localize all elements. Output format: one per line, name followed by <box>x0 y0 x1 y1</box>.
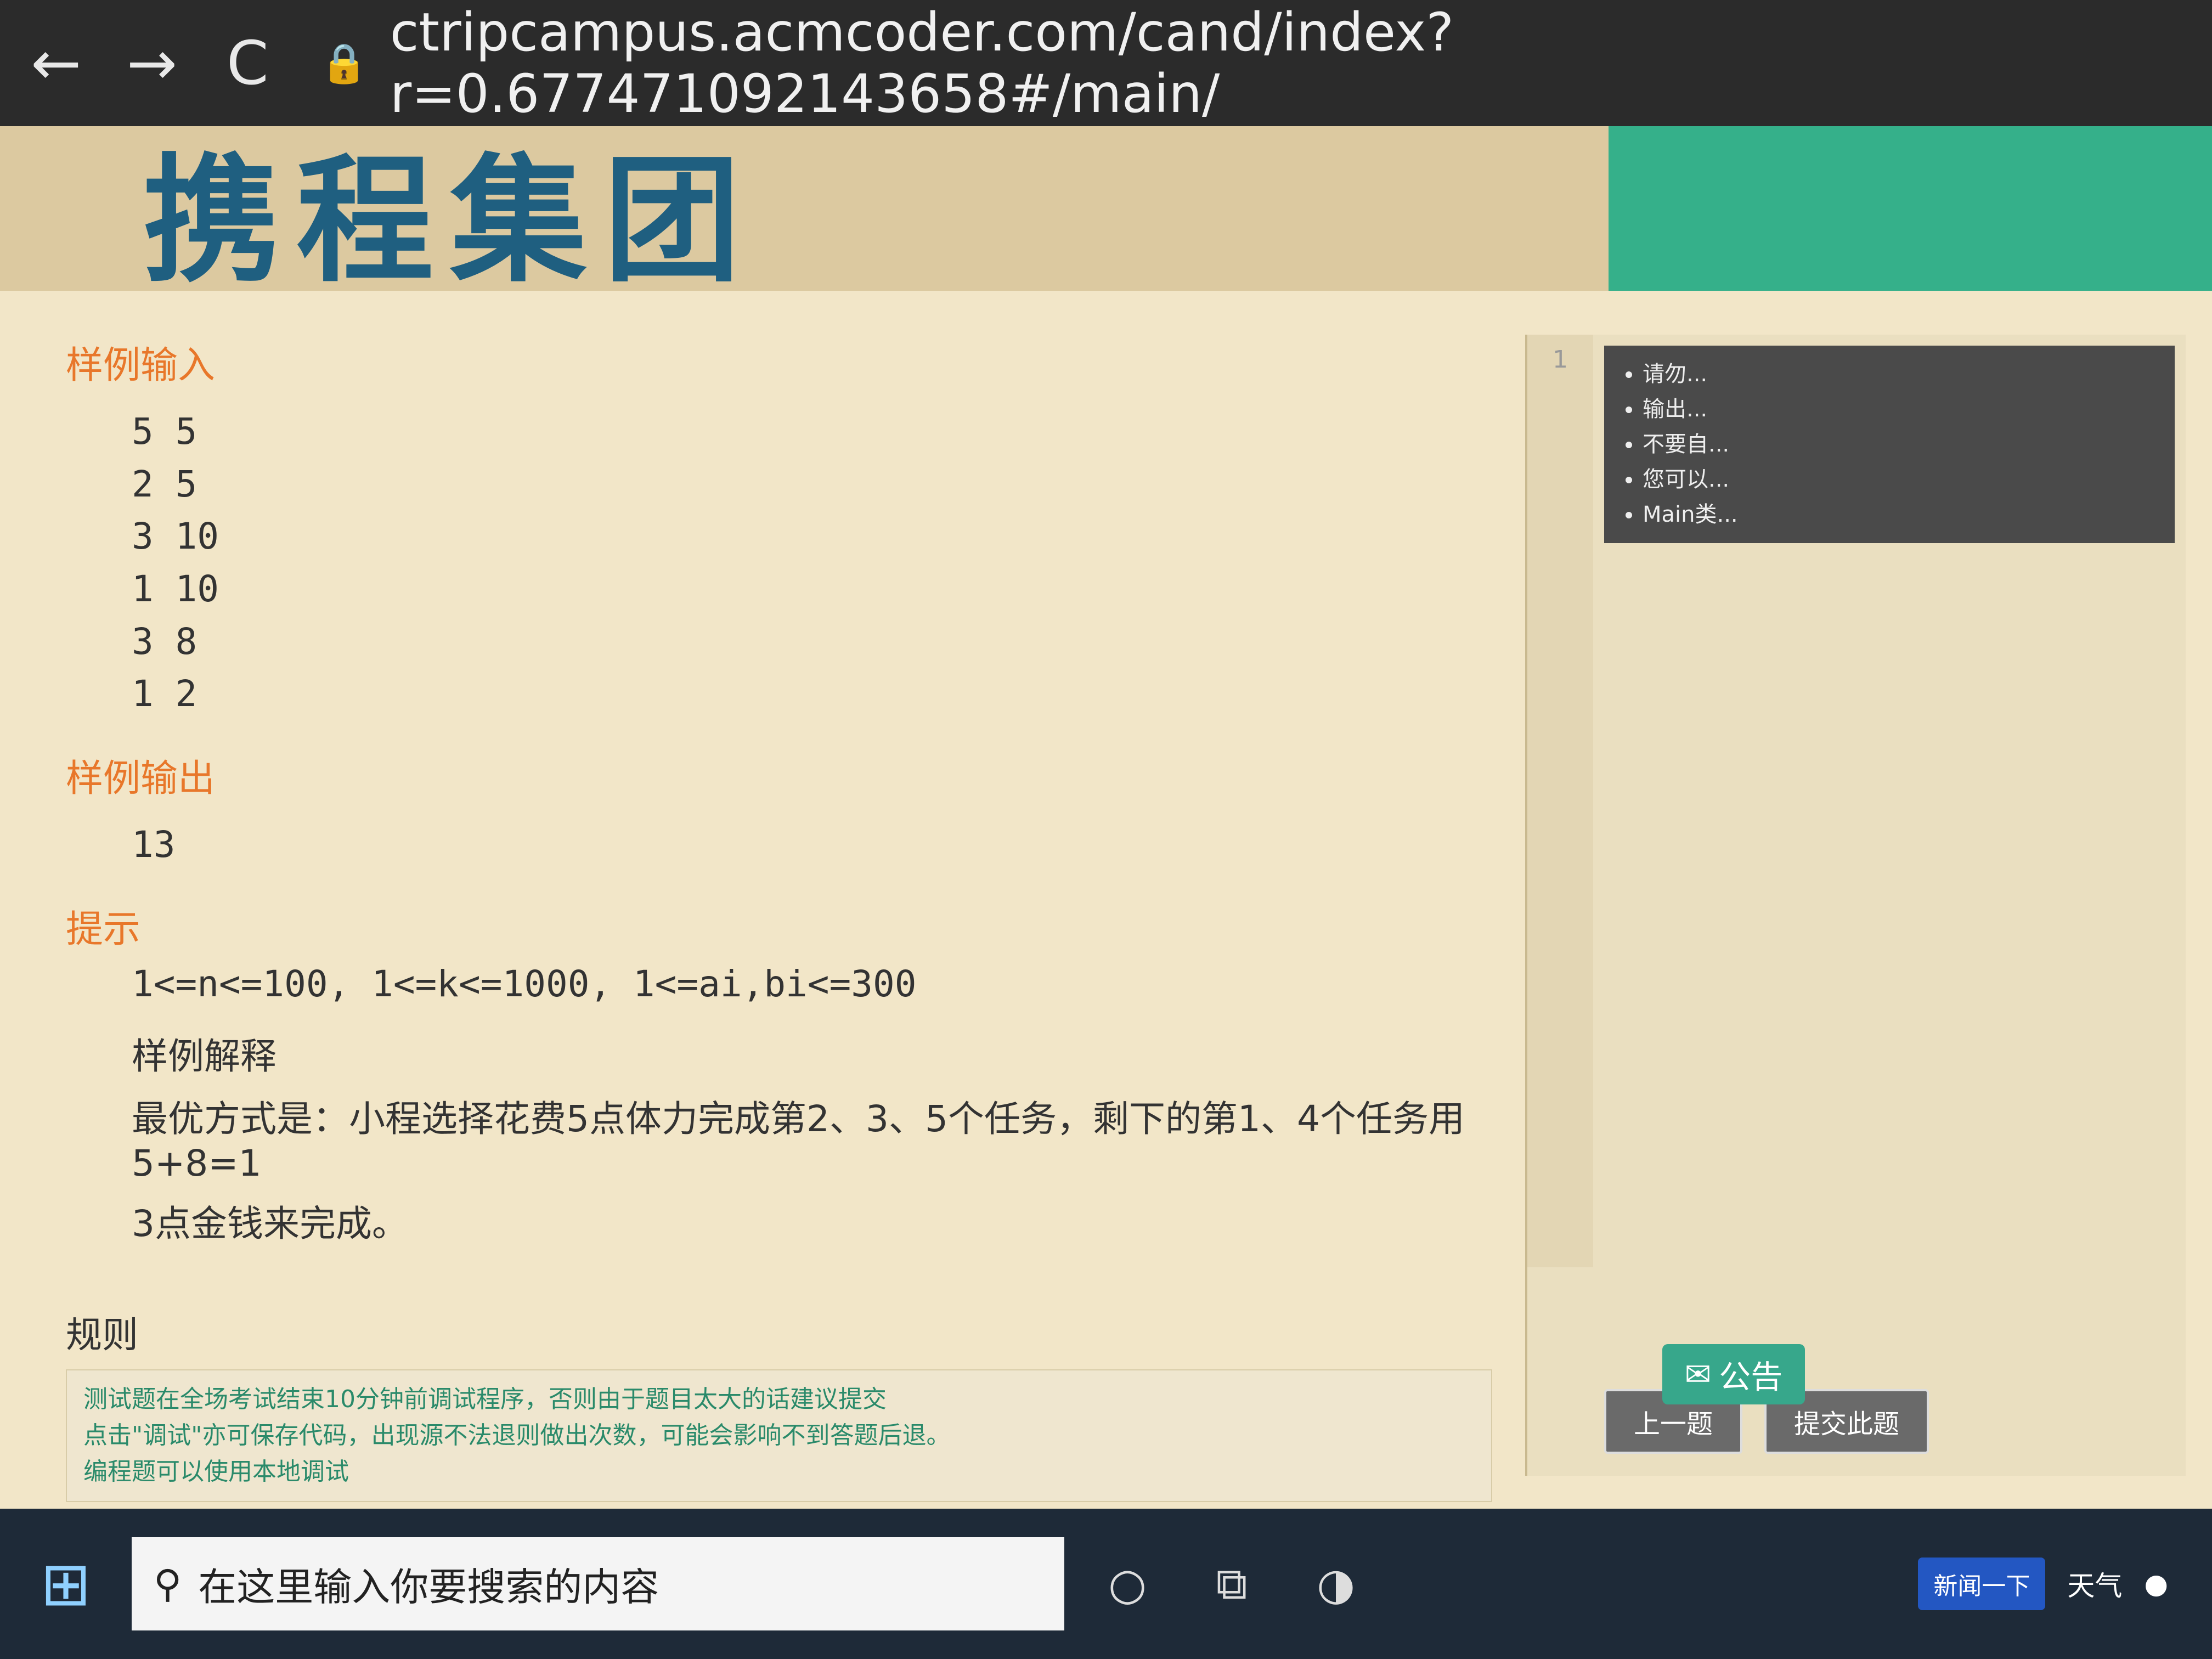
forward-arrow-icon: → <box>126 28 177 98</box>
tip-item: 不要自... <box>1643 427 2158 462</box>
back-arrow-icon: ← <box>31 28 82 98</box>
task-view-icon[interactable]: ⧉ <box>1190 1543 1273 1625</box>
tip-item: 请勿... <box>1643 357 2158 392</box>
header-accent-strip <box>1609 126 2212 291</box>
explanation-line: 3点金钱来完成。 <box>132 1202 408 1245</box>
start-button[interactable]: ⊞ <box>22 1540 110 1628</box>
screen: ← → C 🔒 ctripcampus.acmcoder.com/cand/in… <box>0 0 2212 1659</box>
taskbar-search[interactable]: ⚲ 在这里输入你要搜索的内容 <box>132 1537 1064 1630</box>
tray-app-icon[interactable]: ● <box>2144 1568 2168 1600</box>
hint-title: 提示 <box>66 907 141 951</box>
web-page: 携程集团 样例输入 5 5 2 5 3 10 1 10 3 8 1 2 样例输出… <box>0 126 2212 1509</box>
weather-text[interactable]: 天气 <box>2067 1564 2122 1604</box>
search-icon: ⚲ <box>154 1561 182 1606</box>
editor-line-gutter: 1 <box>1527 335 1593 1267</box>
rules-line: 点击"调试"亦可保存代码，出现源不法退则做出次数，可能会影响不到答题后退。 <box>83 1421 951 1449</box>
announcement-button[interactable]: ✉ 公告 <box>1662 1344 1805 1404</box>
browser-toolbar: ← → C 🔒 ctripcampus.acmcoder.com/cand/in… <box>0 0 2212 126</box>
reload-icon: C <box>226 28 269 98</box>
constraints-text: 1<=n<=100, 1<=k<=1000, 1<=ai,bi<=300 <box>132 962 917 1005</box>
code-editor-panel[interactable]: 1 请勿... 输出... 不要自... 您可以... Main类... 上一题… <box>1525 335 2186 1476</box>
address-bar[interactable]: 🔒 ctripcampus.acmcoder.com/cand/index?r=… <box>320 2 2212 125</box>
browser-taskbar-icon[interactable]: ◑ <box>1295 1543 1377 1625</box>
mail-icon: ✉ <box>1684 1356 1712 1393</box>
news-button[interactable]: 新闻一下 <box>1918 1558 2046 1610</box>
sample-output-title: 样例输出 <box>66 757 216 801</box>
tip-item: 输出... <box>1643 392 2158 427</box>
sample-input: 5 5 2 5 3 10 1 10 3 8 1 2 <box>132 410 219 715</box>
explanation-block: 样例解释 最优方式是：小程选择花费5点体力完成第2、3、5个任务，剩下的第1、4… <box>132 1027 1492 1247</box>
back-button[interactable]: ← <box>16 22 96 104</box>
system-tray: 新闻一下 天气 ● <box>1918 1558 2168 1610</box>
explanation-title: 样例解释 <box>132 1035 276 1077</box>
address-url: ctripcampus.acmcoder.com/cand/index?r=0.… <box>390 2 1454 125</box>
rules-title: 规则 <box>66 1314 138 1356</box>
rules-box: 测试题在全场考试结束10分钟前调试程序，否则由于题目太大的话建议提交 点击"调试… <box>66 1369 1492 1502</box>
windows-taskbar: ⊞ ⚲ 在这里输入你要搜索的内容 ○ ⧉ ◑ 新闻一下 天气 ● <box>0 1509 2212 1659</box>
rules-line: 编程题可以使用本地调试 <box>83 1458 349 1486</box>
page-header: 携程集团 <box>0 126 2212 301</box>
forward-button[interactable]: → <box>112 22 192 104</box>
sample-input-title: 样例输入 <box>66 344 216 387</box>
search-placeholder: 在这里输入你要搜索的内容 <box>198 1564 659 1610</box>
reload-button[interactable]: C <box>208 22 287 104</box>
line-number: 1 <box>1553 346 1568 374</box>
editor-tips: 请勿... 输出... 不要自... 您可以... Main类... <box>1604 346 2175 543</box>
explanation-line: 最优方式是：小程选择花费5点体力完成第2、3、5个任务，剩下的第1、4个任务用5… <box>132 1097 1465 1184</box>
tip-item: 您可以... <box>1643 462 2158 497</box>
brand-logo: 携程集团 <box>143 139 757 301</box>
lock-icon: 🔒 <box>320 40 368 86</box>
tip-item: Main类... <box>1643 497 2158 532</box>
rules-section: 规则 测试题在全场考试结束10分钟前调试程序，否则由于题目太大的话建议提交 点击… <box>66 1306 1492 1502</box>
windows-logo-icon: ⊞ <box>40 1549 92 1619</box>
cortana-icon[interactable]: ○ <box>1086 1543 1169 1625</box>
sample-output: 13 <box>132 823 176 866</box>
announcement-label: 公告 <box>1719 1358 1783 1396</box>
rules-line: 测试题在全场考试结束10分钟前调试程序，否则由于题目太大的话建议提交 <box>83 1385 887 1413</box>
